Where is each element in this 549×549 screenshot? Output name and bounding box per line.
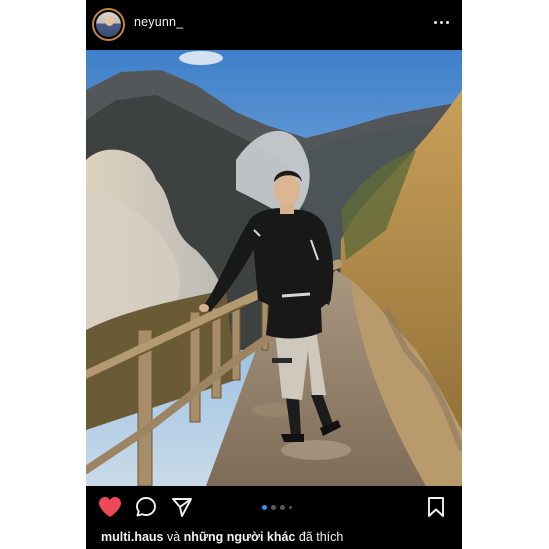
liked-by-suffix: đã thích — [295, 530, 344, 544]
comment-bubble-icon[interactable] — [135, 496, 157, 518]
more-horizontal-icon[interactable] — [434, 17, 450, 29]
likes-summary: multi.haus và những người khác đã thích — [101, 530, 343, 544]
liked-by-others-link[interactable]: những người khác — [184, 530, 296, 544]
post-actions-bar — [86, 486, 462, 526]
carousel-dot — [289, 506, 292, 509]
carousel-indicator — [262, 505, 306, 511]
liked-by-connector: và — [163, 530, 184, 544]
carousel-dot — [280, 505, 285, 510]
avatar[interactable] — [92, 8, 125, 41]
carousel-dot — [271, 505, 276, 510]
carousel-dot — [262, 505, 267, 510]
username-link[interactable]: neyunn_ — [134, 15, 183, 29]
bookmark-icon[interactable] — [427, 496, 445, 518]
post-header: neyunn_ — [86, 0, 462, 50]
paper-plane-icon[interactable] — [171, 496, 193, 518]
instagram-post: neyunn_ multi.haus và những người khác đ… — [86, 0, 462, 549]
heart-icon[interactable] — [98, 496, 122, 518]
avatar-image — [96, 12, 121, 37]
liked-by-user-link[interactable]: multi.haus — [101, 530, 164, 544]
post-photo[interactable] — [86, 50, 462, 486]
